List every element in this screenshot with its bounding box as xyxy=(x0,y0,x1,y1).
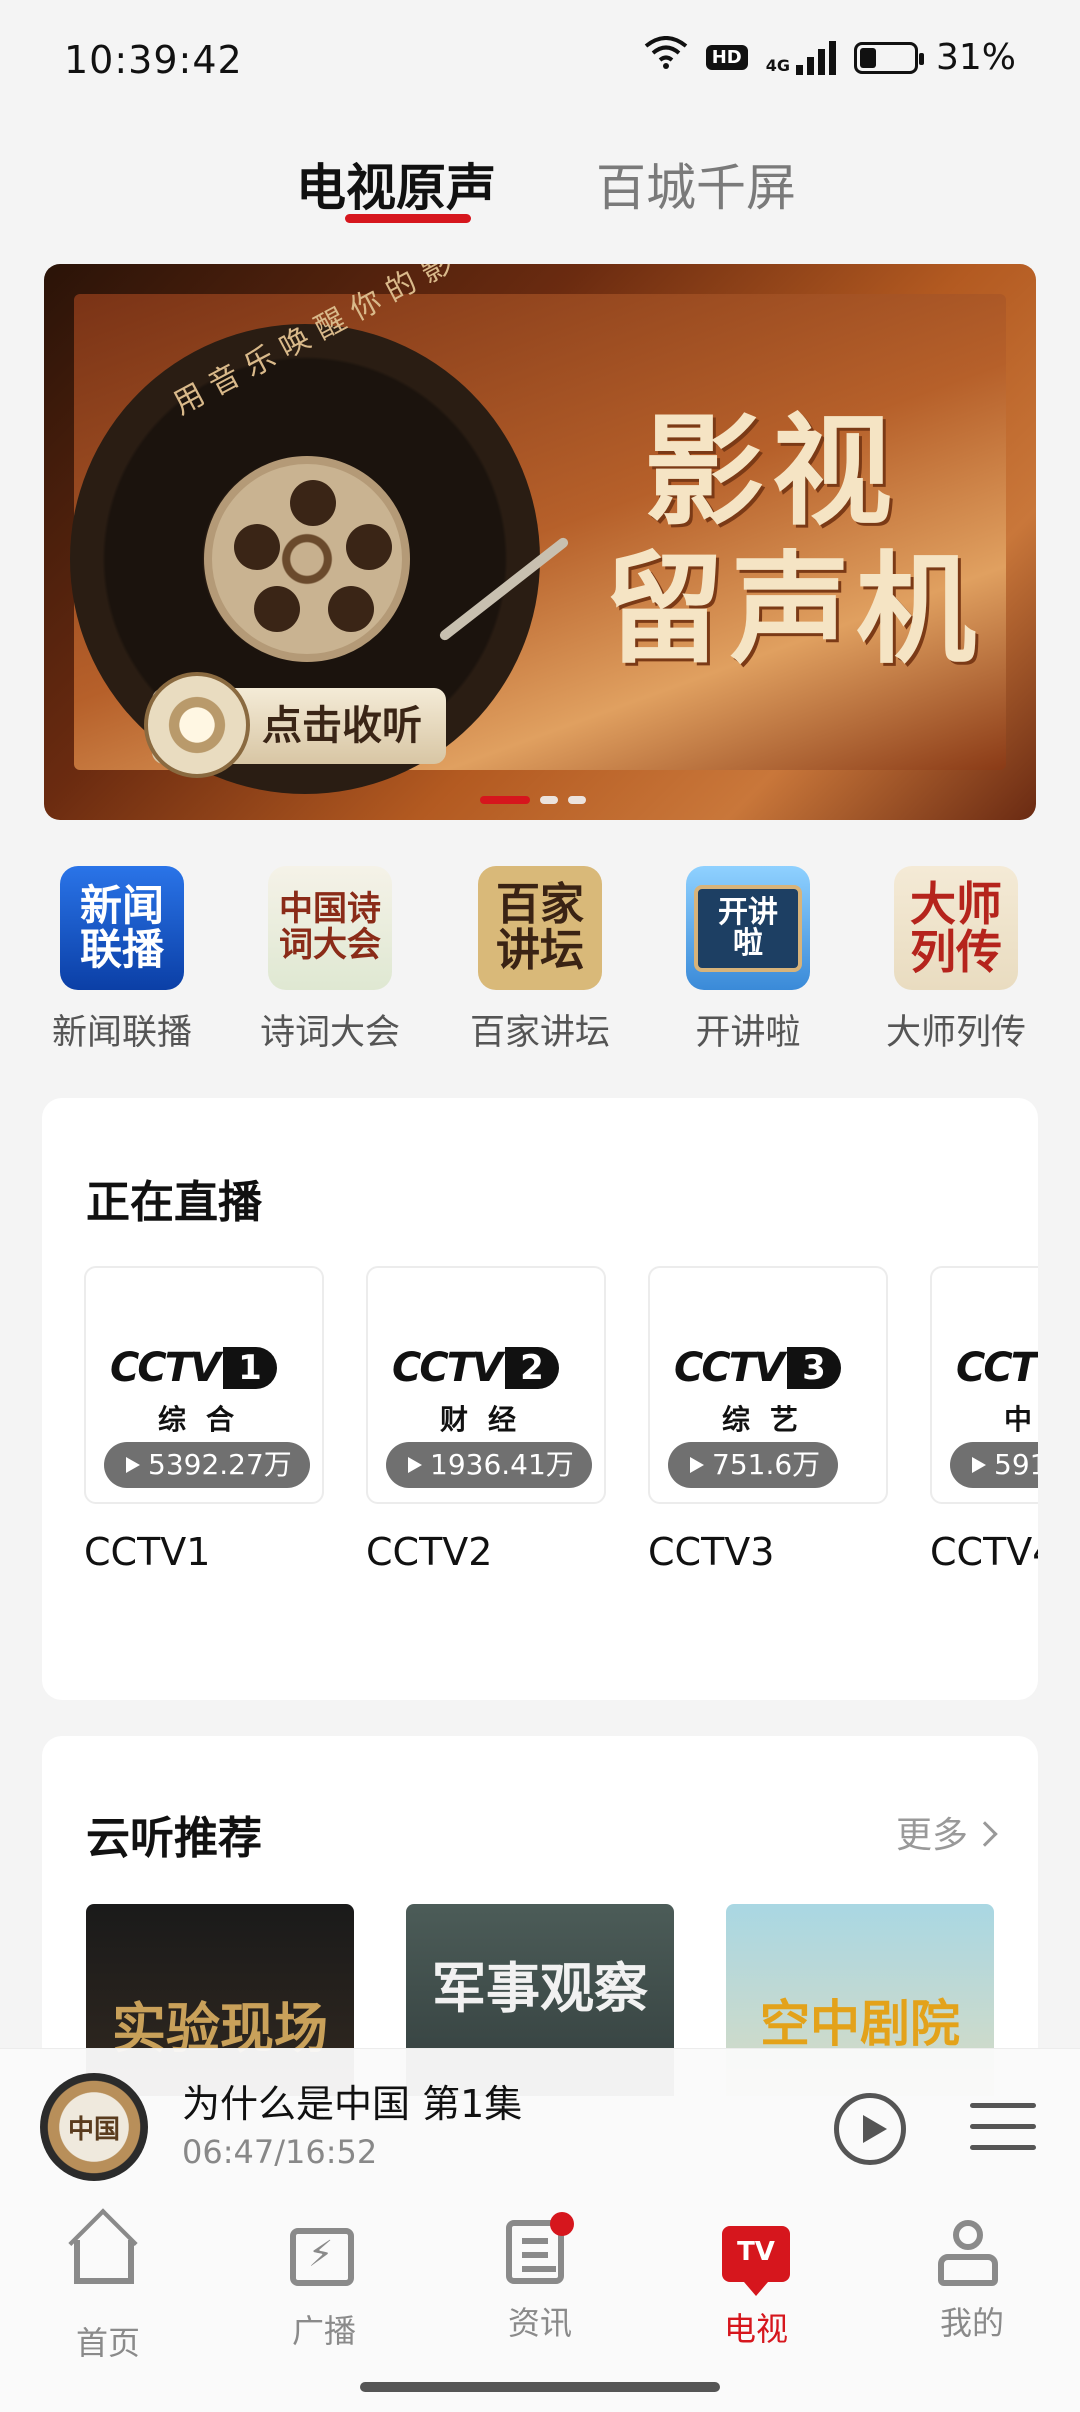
mini-player[interactable]: 中国 为什么是中国 第1集 06:47/16:52 xyxy=(0,2048,1080,2196)
status-icons: HD 4G 31% xyxy=(644,36,1016,79)
battery-icon xyxy=(853,41,924,74)
status-bar: 10:39:42 HD 4G 31% xyxy=(0,0,1080,120)
quick-entry-label: 开讲啦 xyxy=(695,1013,801,1053)
channel-thumbnail: CCTV 2 财经 1936.41万 xyxy=(366,1266,606,1504)
channel-card-cctv4[interactable]: CCTV4 中文 591 CCTV4 xyxy=(930,1266,1038,1574)
nav-news[interactable]: 资讯 xyxy=(460,2212,620,2344)
channel-thumbnail: CCTV 3 综艺 751.6万 xyxy=(648,1266,888,1504)
quick-entry-poetry[interactable]: 中国诗词大会 诗词大会 xyxy=(230,866,430,1055)
nav-tv[interactable]: TV 电视 xyxy=(676,2220,836,2350)
profile-icon xyxy=(938,2220,1006,2288)
cctv-logo-icon: CCTV 3 xyxy=(674,1345,874,1391)
record-knob-icon xyxy=(144,672,250,778)
radio-icon xyxy=(290,2228,358,2296)
carousel-dot xyxy=(568,796,586,804)
home-indicator[interactable] xyxy=(360,2382,720,2392)
nav-radio[interactable]: 广播 xyxy=(244,2220,404,2352)
quick-entry-masters[interactable]: 大师列传 大师列传 xyxy=(856,866,1056,1055)
channel-card-cctv3[interactable]: CCTV 3 综艺 751.6万 CCTV3 xyxy=(648,1266,888,1574)
signal-icon: 4G xyxy=(765,40,836,75)
channel-card-cctv1[interactable]: CCTV 1 综合 5392.27万 CCTV1 xyxy=(84,1266,324,1574)
channel-subtitle: 综合 xyxy=(157,1403,254,1436)
quick-entry-label: 诗词大会 xyxy=(259,1013,400,1053)
battery-percent: 31% xyxy=(935,37,1016,78)
nav-label: 电视 xyxy=(723,2310,788,2348)
news-broadcast-icon: 新闻联播 xyxy=(60,866,184,990)
channel-card-cctv2[interactable]: CCTV 2 财经 1936.41万 CCTV2 xyxy=(366,1266,606,1574)
promo-banner[interactable]: 用音乐唤醒你的影视记忆 影视 留声机 点击收听 xyxy=(44,264,1036,820)
active-tab-indicator xyxy=(345,214,471,223)
channel-subtitle: 中文 xyxy=(1003,1403,1038,1436)
channel-name: CCTV4 xyxy=(930,1530,1038,1574)
home-icon xyxy=(74,2240,142,2308)
more-label: 更多 xyxy=(895,1815,968,1856)
status-time: 10:39:42 xyxy=(64,38,243,82)
hd-badge: HD xyxy=(705,45,748,70)
play-count-badge: 591 xyxy=(950,1442,1038,1488)
play-count-badge: 5392.27万 xyxy=(104,1442,310,1488)
nav-label: 首页 xyxy=(75,2324,140,2362)
channel-name: CCTV2 xyxy=(366,1530,493,1574)
live-now-card: 正在直播 CCTV 1 综合 5392.27万 CCTV1 CCTV 2 财经 19… xyxy=(42,1098,1038,1700)
playback-time: 06:47/16:52 xyxy=(182,2133,378,2171)
quick-entry-label: 百家讲坛 xyxy=(469,1013,610,1053)
quick-entry-lecture[interactable]: 百家讲坛 百家讲坛 xyxy=(440,866,640,1055)
bottom-nav: 首页 广播 资讯 TV 电视 我的 xyxy=(0,2196,1080,2412)
play-button-icon[interactable] xyxy=(834,2093,906,2165)
poetry-show-icon: 中国诗词大会 xyxy=(268,866,392,990)
nav-profile[interactable]: 我的 xyxy=(892,2220,1052,2344)
cctv-logo-icon: CCTV 2 xyxy=(392,1345,592,1391)
tv-icon: TV xyxy=(722,2226,790,2296)
banner-title-line2: 留声机 xyxy=(604,539,982,680)
quick-entry-row: 新闻联播 新闻联播 中国诗词大会 诗词大会 百家讲坛 百家讲坛 开讲啦 开讲啦 … xyxy=(0,866,1080,1056)
channel-thumbnail: CCTV 1 综合 5392.27万 xyxy=(84,1266,324,1504)
notification-dot xyxy=(550,2212,574,2236)
album-cover[interactable]: 中国 xyxy=(40,2073,148,2181)
more-link[interactable]: 更多 xyxy=(895,1806,998,1858)
recommend-card: 云听推荐 更多 实验现场 军事观察 空中剧院 xyxy=(42,1736,1038,2096)
top-tabs: 电视原声 百城千屏 xyxy=(0,148,1080,218)
quick-entry-talk[interactable]: 开讲啦 开讲啦 xyxy=(648,866,848,1055)
quick-entry-label: 新闻联播 xyxy=(51,1013,192,1053)
nav-label: 我的 xyxy=(939,2304,1004,2342)
now-playing-title: 为什么是中国 第1集 xyxy=(182,2082,523,2126)
channel-name: CCTV3 xyxy=(648,1530,775,1574)
wifi-icon xyxy=(644,36,688,79)
cctv-logo-icon: CCTV4 xyxy=(956,1345,1038,1391)
carousel-indicator xyxy=(480,796,586,804)
talk-show-icon: 开讲啦 xyxy=(686,866,810,990)
lecture-room-icon: 百家讲坛 xyxy=(478,866,602,990)
channel-thumbnail: CCTV4 中文 591 xyxy=(930,1266,1038,1504)
carousel-dot-active xyxy=(480,796,530,804)
carousel-dot xyxy=(540,796,558,804)
nav-label: 广播 xyxy=(291,2312,356,2350)
section-title: 云听推荐 xyxy=(86,1813,262,1864)
cctv-logo-icon: CCTV 1 xyxy=(110,1345,310,1391)
masters-biography-icon: 大师列传 xyxy=(894,866,1018,990)
channel-name: CCTV1 xyxy=(84,1530,211,1574)
quick-entry-label: 大师列传 xyxy=(885,1013,1026,1053)
tab-hundred-cities[interactable]: 百城千屏 xyxy=(596,148,796,220)
play-count-badge: 1936.41万 xyxy=(386,1442,592,1488)
channel-subtitle: 综艺 xyxy=(721,1403,818,1436)
channel-subtitle: 财经 xyxy=(439,1403,536,1436)
news-icon xyxy=(506,2212,574,2288)
section-title: 正在直播 xyxy=(86,1177,262,1228)
play-count-badge: 751.6万 xyxy=(668,1442,839,1488)
network-type: 4G xyxy=(765,55,790,75)
chevron-right-icon xyxy=(972,1821,998,1847)
playlist-icon[interactable] xyxy=(970,2103,1036,2159)
nav-label: 资讯 xyxy=(507,2304,572,2342)
film-reel-graphic xyxy=(204,456,410,662)
nav-home[interactable]: 首页 xyxy=(28,2220,188,2364)
tab-tv-original[interactable]: 电视原声 xyxy=(296,148,496,220)
quick-entry-news[interactable]: 新闻联播 新闻联播 xyxy=(22,866,222,1055)
